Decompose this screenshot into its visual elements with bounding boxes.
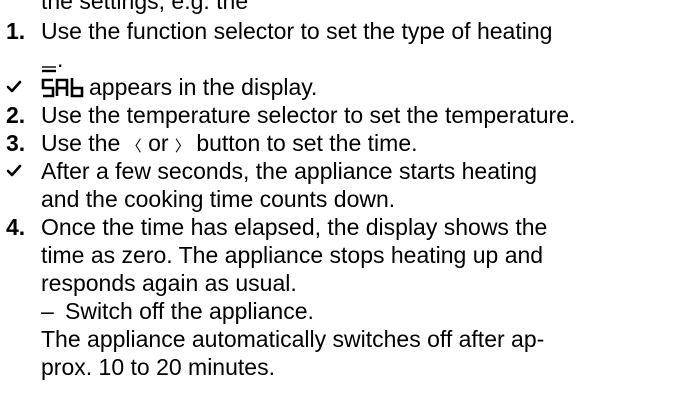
left-button-symbol: 〈 <box>126 138 142 155</box>
step-text-pre: Use the <box>41 130 121 156</box>
step-number: 3. <box>6 130 26 156</box>
result-label: appears in the display. <box>89 74 318 100</box>
sabbath-display-icon <box>41 78 84 98</box>
check-icon <box>6 164 22 177</box>
result-text: After a few seconds, the appliance start… <box>41 158 538 184</box>
heating-type-line: . <box>41 45 63 73</box>
step-number: 4. <box>6 214 26 240</box>
right-button-symbol: 〉 <box>174 138 190 155</box>
step-text: Use the function selector to set the typ… <box>41 18 553 44</box>
step-text: Use the temperature selector to set the … <box>41 102 576 128</box>
sub-step-label: Switch off the appliance. <box>65 298 314 324</box>
result-text: and the cooking time counts down. <box>41 186 396 212</box>
bottom-heat-icon <box>42 66 56 73</box>
step-number: 2. <box>6 102 26 128</box>
step-text: time as zero. The appliance stops heatin… <box>41 242 544 268</box>
step-text-post: button to set the time. <box>196 130 418 156</box>
check-icon <box>6 80 22 93</box>
period: . <box>57 46 64 72</box>
note-text: The appliance automatically switches off… <box>41 326 545 352</box>
cropped-text: the settings, e.g. the <box>41 0 249 14</box>
sub-step-text: – Switch off the appliance. <box>41 297 314 325</box>
step-text: responds again as usual. <box>41 270 297 296</box>
cropped-top-line: the settings, e.g. the <box>0 0 693 17</box>
dash-bullet: – <box>41 298 54 324</box>
note-text: prox. 10 to 20 minutes. <box>41 354 275 380</box>
step-number: 1. <box>6 18 26 44</box>
step-text: Once the time has elapsed, the display s… <box>41 214 548 240</box>
or-word: or <box>148 130 169 156</box>
result-text: appears in the display. <box>41 73 317 101</box>
